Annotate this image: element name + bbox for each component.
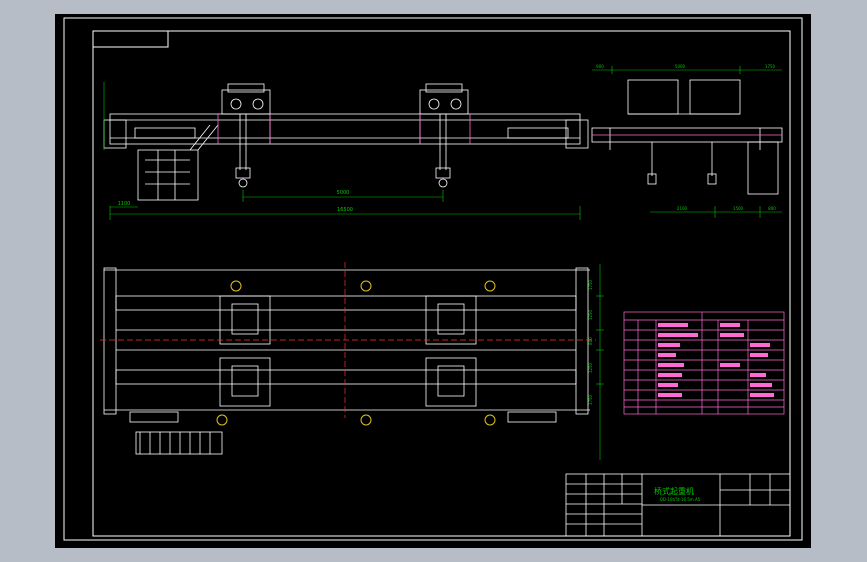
drawing-title: 桥式起重机 xyxy=(654,486,694,496)
dim-plan-1: 1750 xyxy=(588,279,593,290)
dim-side-left: 900 xyxy=(596,64,604,69)
dim-side-right: 1750 xyxy=(765,64,776,69)
model-space-canvas[interactable] xyxy=(55,14,811,548)
drawing-subtitle: QD-10t/5t-16.5m A5 xyxy=(660,497,701,502)
dim-plan-3: 800 xyxy=(588,337,593,345)
crane-drawing: 16500 5000 1100 900 5000 1750 2100 1500 … xyxy=(55,14,811,548)
dim-hook-spacing: 5000 xyxy=(337,190,350,196)
dim-side-bottom-mid: 1500 xyxy=(733,206,744,211)
dim-plan-5: 1750 xyxy=(588,394,593,405)
dim-side-bottom-left: 2100 xyxy=(677,206,688,211)
cad-viewport[interactable]: 16500 5000 1100 900 5000 1750 2100 1500 … xyxy=(0,0,867,562)
dim-span: 16500 xyxy=(337,207,353,213)
dim-side-bottom-right: 800 xyxy=(768,206,776,211)
dim-plan-2: 1250 xyxy=(588,309,593,320)
dim-left-offset: 1100 xyxy=(118,201,131,207)
dim-side-trolley: 5000 xyxy=(675,64,686,69)
dim-plan-4: 1250 xyxy=(588,362,593,373)
